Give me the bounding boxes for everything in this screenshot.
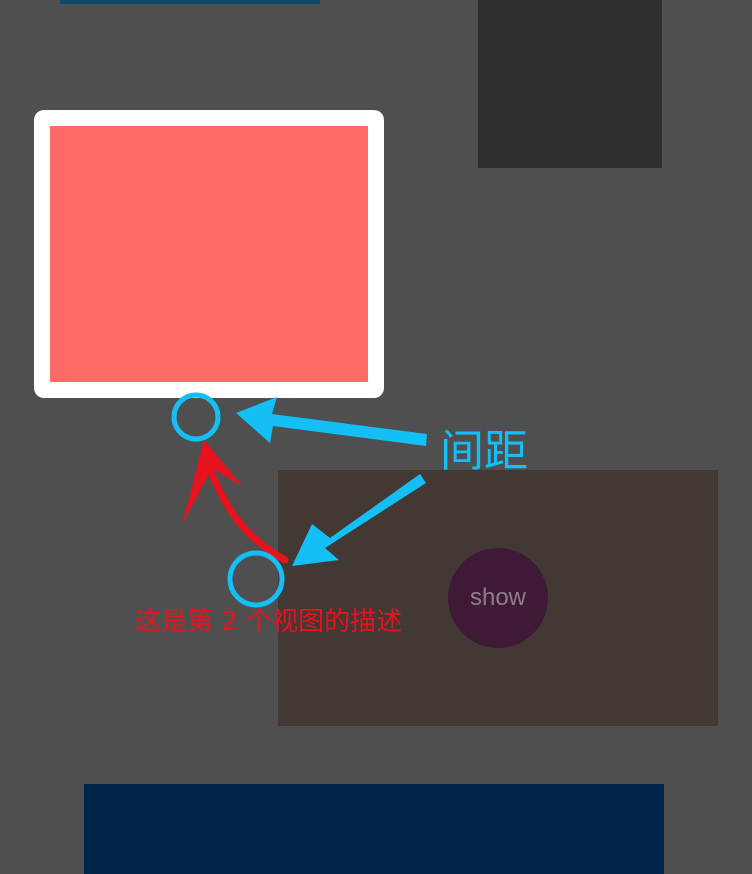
top-bar xyxy=(60,0,320,4)
show-button[interactable]: show xyxy=(448,548,548,648)
spacing-circle-top xyxy=(171,392,221,442)
blue-arrow-upper xyxy=(236,397,427,446)
description-label: 这是第 2 个视图的描述 xyxy=(135,607,403,637)
spacing-label: 间距 xyxy=(440,426,528,477)
red-curved-arrow xyxy=(201,451,289,564)
dark-panel xyxy=(478,0,662,168)
first-view xyxy=(50,126,368,382)
red-arrow-head xyxy=(182,440,243,525)
bottom-panel xyxy=(84,784,664,874)
spacing-circle-bottom xyxy=(227,550,285,608)
